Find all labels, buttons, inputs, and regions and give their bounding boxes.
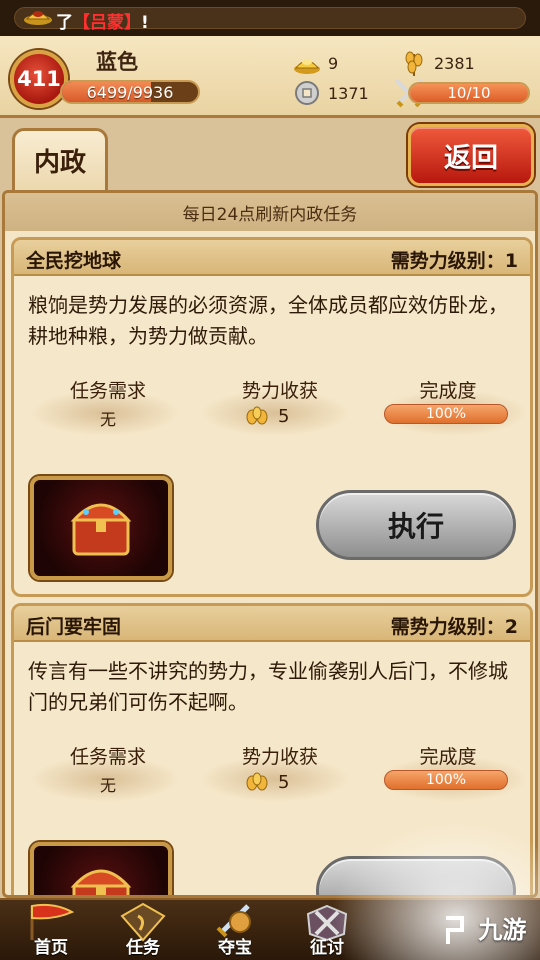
col-value-reward: 5 [278,406,290,427]
col-label-progress: 完成度 [419,380,477,402]
task-header: 全民挖地球 需势力级别：1 [14,240,530,276]
grain-icon [246,772,268,791]
notice-bar: 了【吕蒙】! [0,0,540,36]
watermark-logo: 九游 [440,910,540,956]
exp-bar: 6499/9936 [60,80,200,104]
player-name: 蓝色 [96,50,138,74]
notice-prefix: 了 [56,13,73,33]
content-panel: 每日24点刷新内政任务 全民挖地球 需势力级别：1 粮饷是势力发展的必须资源，全… [2,190,538,898]
grain-count: 2381 [434,54,475,73]
task-description: 传言有一些不讲究的势力，专业偷袭别人后门，不修城门的兄弟们可伤不起啊。 [28,659,508,714]
task-description: 粮饷是势力发展的必须资源，全体成员都应效仿卧龙，耕地种粮，为势力做贡献。 [28,293,508,348]
gold-ingot-icon [24,11,52,25]
col-value-requirement: 无 [99,776,116,795]
stamina-text: 10/10 [447,84,491,102]
player-header: 411 蓝色 6499/9936 9 1371 2381 [0,36,540,118]
nav-label: 夺宝 [218,938,252,958]
exp-text: 6499/9936 [86,82,174,102]
back-button[interactable]: 返回 [408,124,534,186]
nav-item-home[interactable]: 首页 [8,900,94,960]
execute-button[interactable]: 执行 [316,490,516,560]
tab-domestic[interactable]: 内政 [12,128,108,190]
level-badge[interactable]: 411 [10,50,68,108]
grain-icon [246,406,268,425]
notice-text: 了【吕蒙】! [56,8,149,33]
treasure-chest-icon [70,503,132,556]
silver-coin-icon [295,81,319,105]
notice-suffix: ! [141,13,149,33]
nine-game-logo-icon [446,916,464,944]
notice-hero-name: 【吕蒙】 [73,13,141,33]
refresh-notice: 每日24点刷新内政任务 [5,193,535,231]
col-label-progress: 完成度 [419,746,477,768]
col-label-requirement: 任务需求 [69,746,146,768]
nav-label: 任务 [126,938,160,958]
silver-count: 1371 [328,84,369,103]
progress-bar: 100% [384,770,508,790]
col-value-reward: 5 [278,772,290,793]
grain-icon [405,51,423,76]
col-label-requirement: 任务需求 [69,380,146,402]
watermark-text: 九游 [478,916,527,944]
task-title: 全民挖地球 [26,250,122,272]
nav-item-tasks[interactable]: 任务 [100,900,186,960]
gold-ingot-icon [294,59,320,74]
col-label-reward: 势力收获 [241,380,318,402]
reward-chest-frame[interactable] [30,476,172,580]
nav-label: 首页 [34,938,68,958]
task-requirement: 需势力级别：2 [390,616,518,638]
nav-item-treasure[interactable]: 夺宝 [192,900,278,960]
progress-bar: 100% [384,404,508,424]
col-label-reward: 势力收获 [241,746,318,768]
task-card: 全民挖地球 需势力级别：1 粮饷是势力发展的必须资源，全体成员都应效仿卧龙，耕地… [11,237,533,597]
task-title: 后门要牢固 [26,616,122,638]
reward-chest-frame[interactable] [30,842,172,895]
col-value-requirement: 无 [99,410,116,429]
gold-count: 9 [328,54,339,73]
treasure-chest-icon [70,869,132,895]
task-requirement: 需势力级别：1 [390,250,518,272]
stamina-bar: 10/10 [408,82,530,104]
task-header: 后门要牢固 需势力级别：2 [14,606,530,642]
